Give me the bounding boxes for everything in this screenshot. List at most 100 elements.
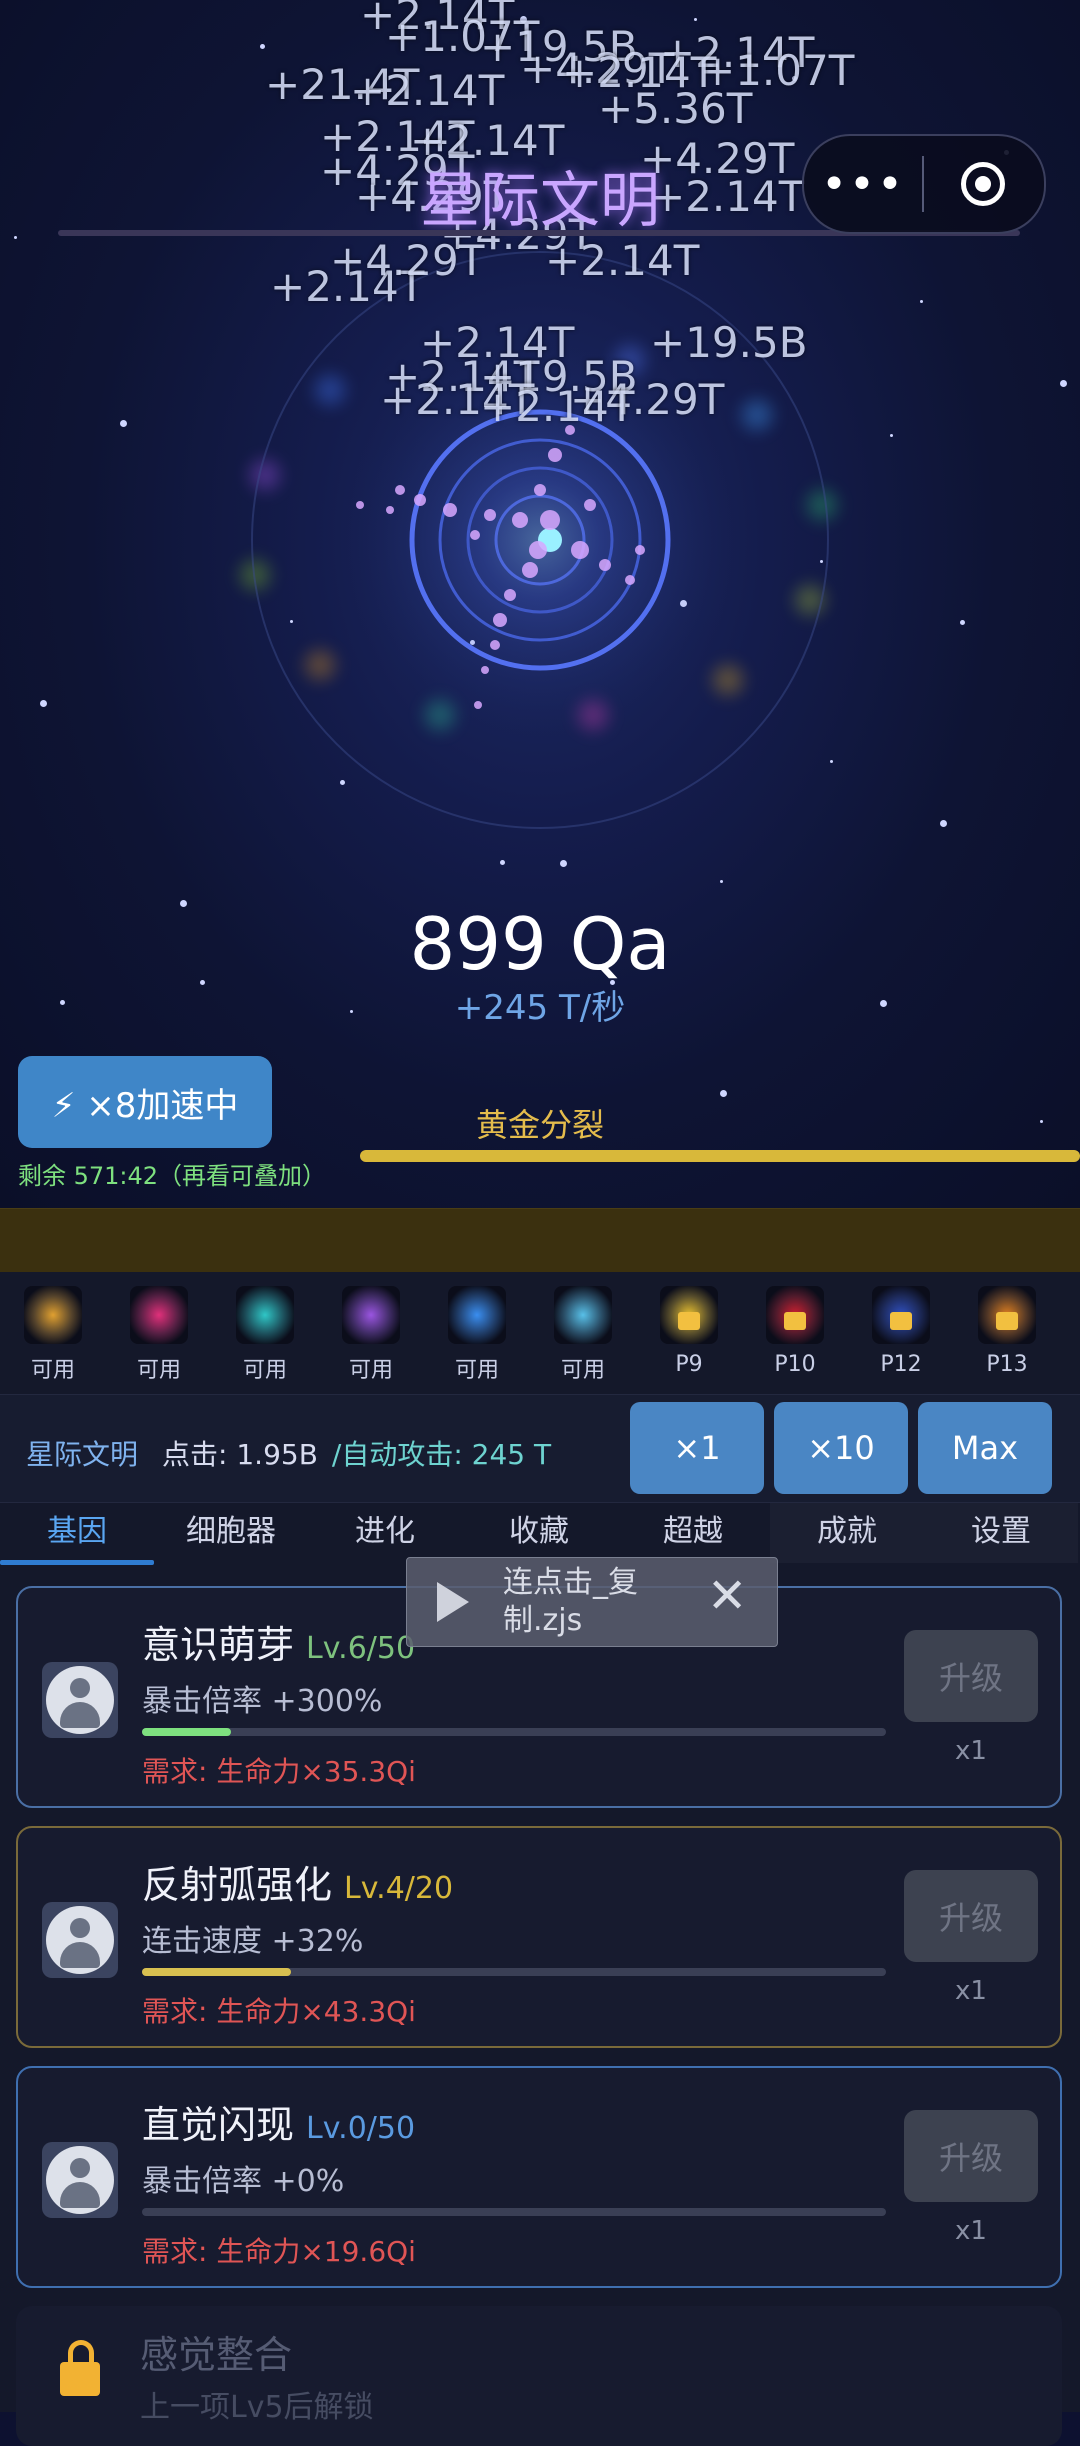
more-options-button[interactable]: ••• [804,159,922,210]
boost-remaining-text: 剩余 571:42（再看可叠加） [18,1162,327,1190]
play-icon[interactable] [437,1582,469,1622]
ability-label: 可用 [242,1358,287,1383]
tab-organelles[interactable]: 细胞器 [154,1503,308,1563]
upgrade-name: 意识萌芽 Lv.6/50 [142,1614,415,1669]
tab-transcend[interactable]: 超越 [616,1503,770,1563]
close-miniprogram-button[interactable] [924,162,1042,206]
upgrade-card: 直觉闪现 Lv.0/50 暴击倍率 +0% 需求: 生命力×19.6Qi 升级 x1 [16,2066,1062,2288]
script-player-overlay[interactable]: 连点击_复制.zjs ✕ [406,1557,778,1647]
upgrade-effect: 暴击倍率 +300% [142,1684,383,1719]
ability-slot[interactable]: 可用 [530,1272,636,1392]
upgrade-button[interactable]: 升级 [904,2110,1038,2202]
star [40,700,47,707]
star [960,620,965,625]
ability-label: 可用 [560,1358,605,1383]
locked-ability-icon [660,1286,718,1344]
ability-slot[interactable]: 可用 [318,1272,424,1392]
locked-ability-icon [872,1286,930,1344]
ability-slot[interactable]: P10 [742,1272,848,1392]
resource-rate: +245 T/秒 [454,988,626,1028]
ability-label: 可用 [136,1358,181,1383]
star [940,820,947,827]
ability-label: 可用 [348,1358,393,1383]
ability-slot[interactable]: P9 [636,1272,742,1392]
gold-banner-strip [0,1208,1080,1273]
upgrade-button[interactable]: 升级 [904,1630,1038,1722]
avatar [42,1662,118,1738]
damage-number: +2.14T [350,66,505,115]
upgrade-effect: 连击速度 +32% [142,1924,364,1959]
star [1060,380,1067,387]
stage-progress-bar [360,1150,1080,1162]
star [1040,1120,1043,1123]
multiplier-max-button[interactable]: Max [918,1402,1052,1494]
lock-icon [678,1312,700,1330]
stats-civ: 星际文明 [26,1438,139,1471]
ability-label: P9 [675,1352,703,1377]
damage-number: +2.14T [650,172,805,221]
upgrade-title: 直觉闪现 [142,2103,295,2147]
ability-icon [448,1286,506,1344]
locked-upgrade-name: 感觉整合 [140,2333,293,2377]
damage-number: +19.5B [650,318,808,367]
star [720,880,723,883]
ability-label: P10 [774,1352,816,1377]
upgrade-title: 反射弧强化 [142,1863,333,1907]
boost-button[interactable]: ⚡ ×8加速中 [18,1056,272,1148]
stats-click: 点击: 1.95B [162,1438,318,1471]
upgrade-multiplier: x1 [955,2216,987,2246]
upgrade-name: 反射弧强化 Lv.4/20 [142,1854,453,1909]
upgrade-multiplier: x1 [955,1736,987,1766]
star [500,860,505,865]
ability-slot[interactable]: 可用 [0,1272,106,1392]
ability-slot[interactable]: P12 [848,1272,954,1392]
tab-genes[interactable]: 基因 [0,1503,154,1565]
upgrade-effect: 暴击倍率 +0% [142,2164,345,2199]
star [694,18,697,21]
tab-achievements[interactable]: 成就 [770,1503,924,1563]
star [890,434,893,437]
script-file-name: 连点击_复制.zjs [503,1565,638,1638]
multiplier-x1-button[interactable]: ×1 [630,1402,764,1494]
ability-slot[interactable]: 可用 [424,1272,530,1392]
multiplier-x10-button[interactable]: ×10 [774,1402,908,1494]
tab-collection[interactable]: 收藏 [462,1503,616,1563]
resource-amount: 899 Qa [409,902,671,986]
lock-icon [784,1312,806,1330]
stats-text: 星际文明 点击: 1.95B/自动攻击: 245 T [26,1433,551,1473]
ability-slot[interactable]: 可用 [106,1272,212,1392]
locked-ability-icon [766,1286,824,1344]
ability-label: 可用 [454,1358,499,1383]
upgrade-card: 反射弧强化 Lv.4/20 连击速度 +32% 需求: 生命力×43.3Qi 升级 x1 [16,1826,1062,2048]
game-area[interactable]: +2.14T +1.07T +19.5B +2.14T +4.29T +1.07T +2.1… [0,0,1080,1210]
avatar [42,1902,118,1978]
damage-number: +2.14T [480,382,635,431]
ability-icon [130,1286,188,1344]
upgrade-requirement: 需求: 生命力×19.6Qi [142,2235,416,2268]
upgrade-button[interactable]: 升级 [904,1870,1038,1962]
miniprogram-capsule: ••• [802,134,1046,234]
star [260,44,265,49]
upgrade-title: 意识萌芽 [142,1623,295,1667]
game-title: 星际文明 [420,166,660,236]
ability-slot[interactable]: P13 [954,1272,1060,1392]
target-icon [961,162,1005,206]
star [14,236,17,239]
stats-auto: /自动攻击: 245 T [331,1438,552,1471]
ability-label: P13 [986,1352,1028,1377]
tab-bar: 基因 细胞器 进化 收藏 超越 成就 设置 [0,1502,1080,1565]
stage-label: 黄金分裂 [476,1106,605,1144]
lock-icon [996,1312,1018,1330]
avatar [42,2142,118,2218]
ability-icon [554,1286,612,1344]
ability-slot[interactable]: 可用 [212,1272,318,1392]
upgrade-requirement: 需求: 生命力×43.3Qi [142,1995,416,2028]
upgrade-level: Lv.4/20 [344,1871,454,1906]
tab-evolution[interactable]: 进化 [308,1503,462,1563]
ability-icon [24,1286,82,1344]
upgrade-progress-bar [142,1728,886,1736]
locked-upgrade-card: 感觉整合 上一项Lv5后解锁 [16,2306,1062,2446]
upgrade-progress-bar [142,1968,886,1976]
tab-settings[interactable]: 设置 [924,1503,1078,1563]
close-icon[interactable]: ✕ [707,1568,747,1624]
